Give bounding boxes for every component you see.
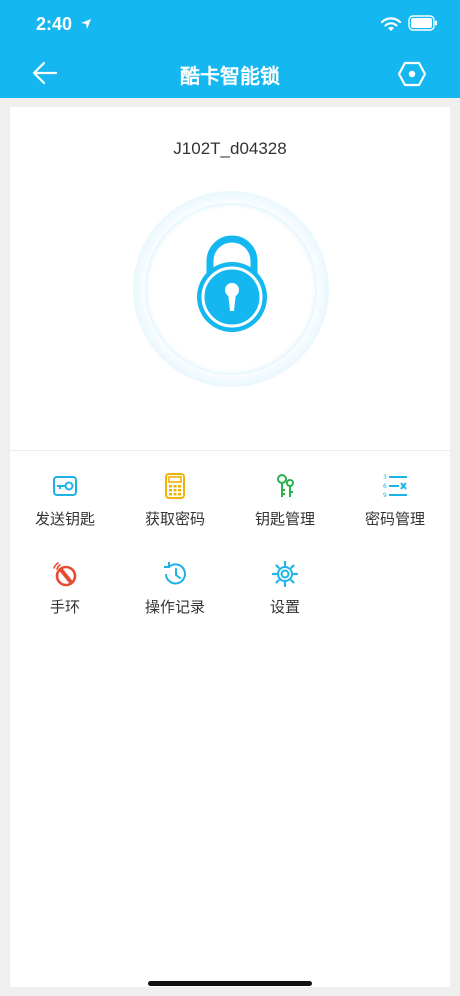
calculator-icon [165, 473, 185, 499]
grid-item-password-management[interactable]: 3 6 9 密码管理 [340, 472, 450, 542]
unlock-button[interactable] [133, 191, 329, 387]
wifi-icon [380, 17, 402, 31]
device-name: J102T_d04328 [173, 139, 287, 158]
padlock-icon [197, 235, 267, 332]
svg-text:9: 9 [383, 492, 387, 499]
svg-text:6: 6 [383, 483, 387, 490]
svg-text:3: 3 [383, 474, 387, 481]
nav-bar: 酷卡智能锁 [0, 50, 460, 98]
status-bar: 2:40 [0, 0, 460, 50]
grid-item-get-password[interactable]: 获取密码 [120, 472, 230, 542]
section-divider [10, 450, 450, 451]
grid-item-label: 操作记录 [144, 598, 205, 616]
app-screen: 2:40 酷卡智能锁 J102T_d04328 发送钥匙 获取密码 钥匙管理 3… [0, 0, 460, 996]
grid-item-label: 获取密码 [144, 510, 205, 528]
grid-item-label: 发送钥匙 [34, 510, 95, 528]
grid-item-label: 手环 [49, 598, 80, 616]
grid-item-key-management[interactable]: 钥匙管理 [230, 472, 340, 542]
home-indicator [148, 981, 312, 986]
password-list-icon: 3 6 9 [383, 474, 407, 499]
status-time: 2:40 [36, 14, 73, 34]
bracelet-icon [53, 562, 77, 587]
battery-icon [408, 15, 437, 31]
location-arrow-icon [81, 19, 91, 29]
keys-icon [277, 474, 294, 497]
grid-item-send-key[interactable]: 发送钥匙 [10, 472, 120, 542]
main-card: J102T_d04328 发送钥匙 获取密码 钥匙管理 3 6 9 密码管理 手… [10, 107, 450, 987]
hexagon-settings-icon[interactable] [398, 61, 426, 87]
grid-item-settings[interactable]: 设置 [230, 560, 340, 630]
grid-item-label: 设置 [269, 598, 300, 616]
history-icon [164, 562, 186, 585]
gear-icon [271, 560, 299, 588]
grid-item-label: 密码管理 [364, 510, 425, 528]
grid-item-label: 钥匙管理 [254, 510, 315, 528]
grid-item-operation-log[interactable]: 操作记录 [120, 560, 230, 630]
grid-item-bracelet[interactable]: 手环 [10, 560, 120, 630]
send-key-icon [53, 476, 77, 496]
page-title: 酷卡智能锁 [180, 64, 280, 88]
